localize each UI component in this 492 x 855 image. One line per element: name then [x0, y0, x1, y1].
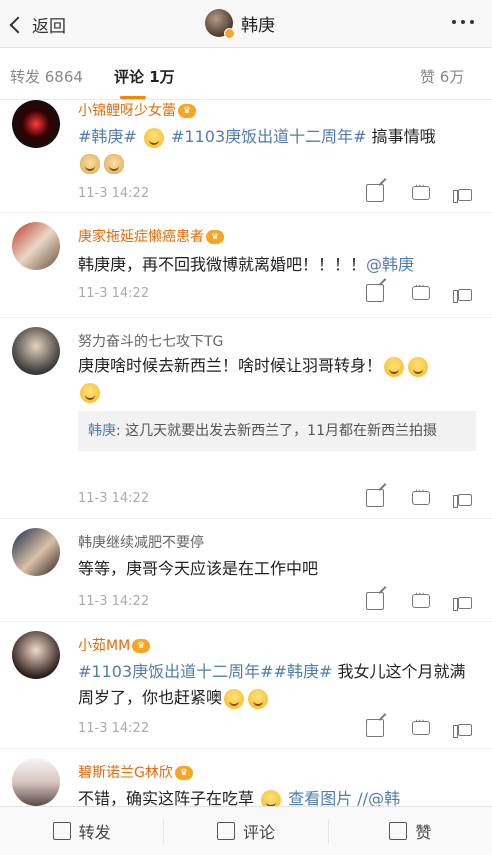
comment-actions [366, 181, 472, 203]
reply-quote[interactable]: 韩庚: 这几天就要出发去新西兰了，11月都在新西兰拍摄 [78, 411, 476, 451]
more-options-icon[interactable] [452, 20, 474, 24]
share-icon[interactable] [366, 489, 384, 507]
tab-repost[interactable]: 转发 6864 [10, 66, 83, 87]
comment-text: #1103庚饭出道十二周年##韩庚# 我女儿这个月就满周岁了，你也赶紧噢 [78, 662, 466, 709]
comment-text: 等等，庚哥今天应该是在工作中吧 [78, 559, 319, 578]
like-icon[interactable] [453, 189, 472, 203]
like-icon[interactable] [453, 597, 472, 611]
comment-actions [366, 486, 472, 508]
hashtag-link[interactable]: #1103庚饭出道十二周年# [78, 662, 274, 681]
verified-badge-icon [224, 28, 235, 39]
vip-badge-icon: ♛ [174, 766, 193, 780]
share-icon[interactable] [366, 592, 384, 610]
avatar[interactable] [12, 758, 60, 806]
comment-username[interactable]: 庚家拖延症懒癌患者 ♛ [78, 226, 224, 246]
comment-text: #韩庚# #1103庚饭出道十二周年# 搞事情哦 [78, 124, 478, 176]
comment-text: 韩庚庚，再不回我微博就离婚吧！！！！@韩庚 [78, 255, 415, 274]
comment-item: 小锦鲤呀少女蕾 ♛ #韩庚# #1103庚饭出道十二周年# 搞事情哦 11-3 1… [0, 100, 492, 213]
repost-button[interactable]: 转发 [0, 819, 165, 843]
comment-item: 小茹MM ♛ #1103庚饭出道十二周年##韩庚# 我女儿这个月就满周岁了，你也赶… [0, 623, 492, 749]
tab-likes[interactable]: 赞 6万 [420, 66, 464, 87]
page-title: 韩庚 [241, 15, 275, 36]
avatar[interactable] [12, 528, 60, 576]
comment-username[interactable]: 韩庚继续减肥不要停 [78, 532, 204, 552]
comment-timestamp: 11-3 14:22 [78, 186, 150, 201]
comment-text: 不错，确实这阵子在吃草 查看图片 //@韩 [78, 786, 478, 806]
back-button[interactable]: 返回 [8, 12, 66, 37]
grin-emoji-icon [384, 356, 405, 377]
hashtag-link[interactable]: #1103庚饭出道十二周年# [171, 127, 367, 146]
emoji-icon [261, 789, 282, 806]
comment-icon [216, 822, 235, 840]
reply-icon[interactable] [412, 181, 430, 200]
mention-link[interactable]: @韩庚 [366, 255, 414, 274]
reply-icon[interactable] [412, 716, 430, 735]
page-title-area[interactable]: 韩庚 [205, 9, 275, 39]
like-icon[interactable] [453, 494, 472, 508]
grin-emoji-icon [80, 382, 100, 403]
reply-icon[interactable] [412, 589, 430, 608]
tongue-emoji-icon [224, 688, 245, 709]
avatar [205, 9, 235, 39]
active-tab-indicator [120, 96, 146, 99]
comment-item: 碧斯诺兰G林欣 ♛ 不错，确实这阵子在吃草 查看图片 //@韩 [0, 750, 492, 806]
share-icon[interactable] [366, 719, 384, 737]
vip-badge-icon: ♛ [132, 639, 151, 653]
share-icon[interactable] [366, 184, 384, 202]
reply-author-link[interactable]: 韩庚 [88, 423, 116, 439]
hashtag-link[interactable]: #韩庚# [274, 662, 333, 681]
avatar[interactable] [12, 327, 60, 375]
like-icon [389, 822, 408, 840]
comment-timestamp: 11-3 14:22 [78, 721, 150, 736]
comment-username[interactable]: 小锦鲤呀少女蕾 ♛ [78, 100, 196, 120]
bottom-action-bar: 转发 评论 赞 [0, 806, 492, 855]
like-button[interactable]: 赞 [329, 819, 492, 843]
hashtag-link[interactable]: #韩庚# [78, 127, 137, 146]
avatar[interactable] [12, 222, 60, 270]
like-icon[interactable] [453, 724, 472, 738]
comment-button[interactable]: 评论 [164, 819, 329, 843]
reply-icon[interactable] [412, 281, 430, 300]
comment-username[interactable]: 碧斯诺兰G林欣 ♛ [78, 762, 193, 782]
doge-emoji-icon [104, 153, 124, 174]
comment-item: 韩庚继续减肥不要停 等等，庚哥今天应该是在工作中吧 11-3 14:22 [0, 520, 492, 622]
share-icon[interactable] [366, 284, 384, 302]
comment-timestamp: 11-3 14:22 [78, 286, 150, 301]
comment-text: 庚庚啥时候去新西兰！啥时候让羽哥转身！ [78, 353, 478, 405]
reply-icon[interactable] [412, 486, 430, 505]
chevron-left-icon [9, 16, 27, 33]
view-image-link[interactable]: 查看图片 //@韩 [288, 789, 400, 806]
comment-timestamp: 11-3 14:22 [78, 594, 150, 609]
tongue-emoji-icon [248, 688, 269, 709]
comment-username[interactable]: 努力奋斗的七七攻下TG [78, 331, 223, 351]
back-label: 返回 [32, 17, 66, 37]
avatar[interactable] [12, 631, 60, 679]
tab-bar: 转发 6864 评论 1万 赞 6万 [0, 50, 492, 100]
comment-actions [366, 281, 472, 303]
comment-actions [366, 589, 472, 611]
comment-item: 努力奋斗的七七攻下TG 庚庚啥时候去新西兰！啥时候让羽哥转身！ 韩庚: 这几天就… [0, 319, 492, 519]
comment-item: 庚家拖延症懒癌患者 ♛ 韩庚庚，再不回我微博就离婚吧！！！！@韩庚 11-3 14… [0, 214, 492, 318]
grin-emoji-icon [408, 356, 429, 377]
doge-emoji-icon [80, 153, 100, 174]
vip-badge-icon: ♛ [178, 104, 196, 118]
comment-actions [366, 716, 472, 738]
vip-badge-icon: ♛ [206, 230, 224, 244]
comment-timestamp: 11-3 14:22 [78, 491, 150, 506]
like-icon[interactable] [453, 289, 472, 303]
avatar[interactable] [12, 100, 60, 148]
comment-username[interactable]: 小茹MM ♛ [78, 635, 151, 655]
emoji-icon [143, 127, 164, 148]
share-icon [52, 822, 71, 840]
top-nav-bar: 返回 韩庚 [0, 0, 492, 48]
tab-comments[interactable]: 评论 1万 [114, 66, 175, 87]
